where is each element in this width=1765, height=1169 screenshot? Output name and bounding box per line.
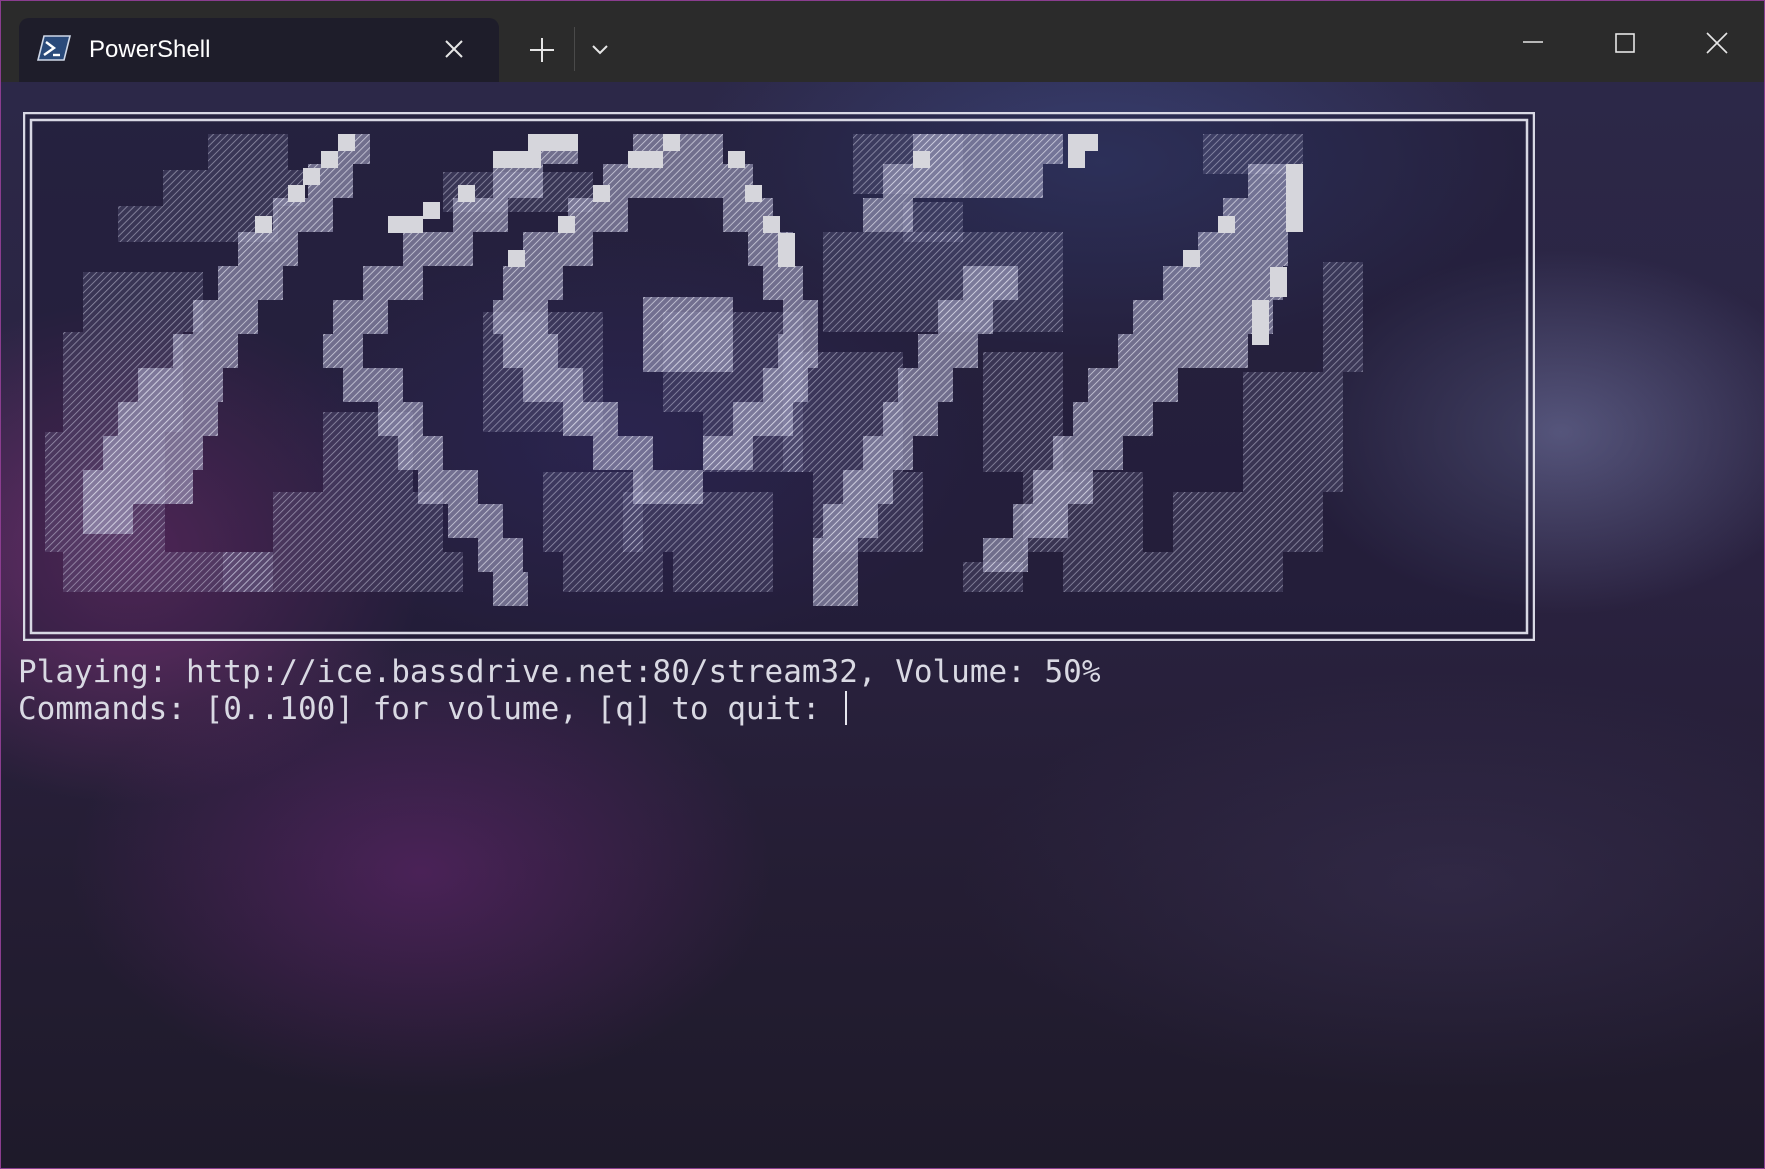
terminal-output: Playing: http://ice.bassdrive.net:80/str…: [18, 654, 1101, 728]
terminal-window: PowerShell Playing: http://ice.bassdrive…: [0, 0, 1765, 1169]
terminal-pane[interactable]: Playing: http://ice.bassdrive.net:80/str…: [1, 82, 1764, 1168]
prompt-line: Commands: [0..100] for volume, [q] to qu…: [18, 691, 840, 727]
tab-powershell[interactable]: PowerShell: [19, 18, 499, 82]
tab-title: PowerShell: [89, 36, 211, 63]
close-tab-icon[interactable]: [439, 34, 469, 64]
ascii-art-banner: [23, 112, 1535, 641]
maximize-icon[interactable]: [1605, 23, 1645, 63]
title-bar: PowerShell: [1, 1, 1764, 82]
close-icon[interactable]: [1697, 23, 1737, 63]
text-cursor: [845, 691, 848, 725]
new-tab-icon[interactable]: [526, 34, 558, 66]
tab-divider: [574, 27, 575, 71]
powershell-icon: [36, 34, 72, 62]
minimize-icon[interactable]: [1513, 23, 1553, 63]
chevron-down-icon[interactable]: [587, 37, 613, 63]
status-line: Playing: http://ice.bassdrive.net:80/str…: [18, 654, 1101, 690]
